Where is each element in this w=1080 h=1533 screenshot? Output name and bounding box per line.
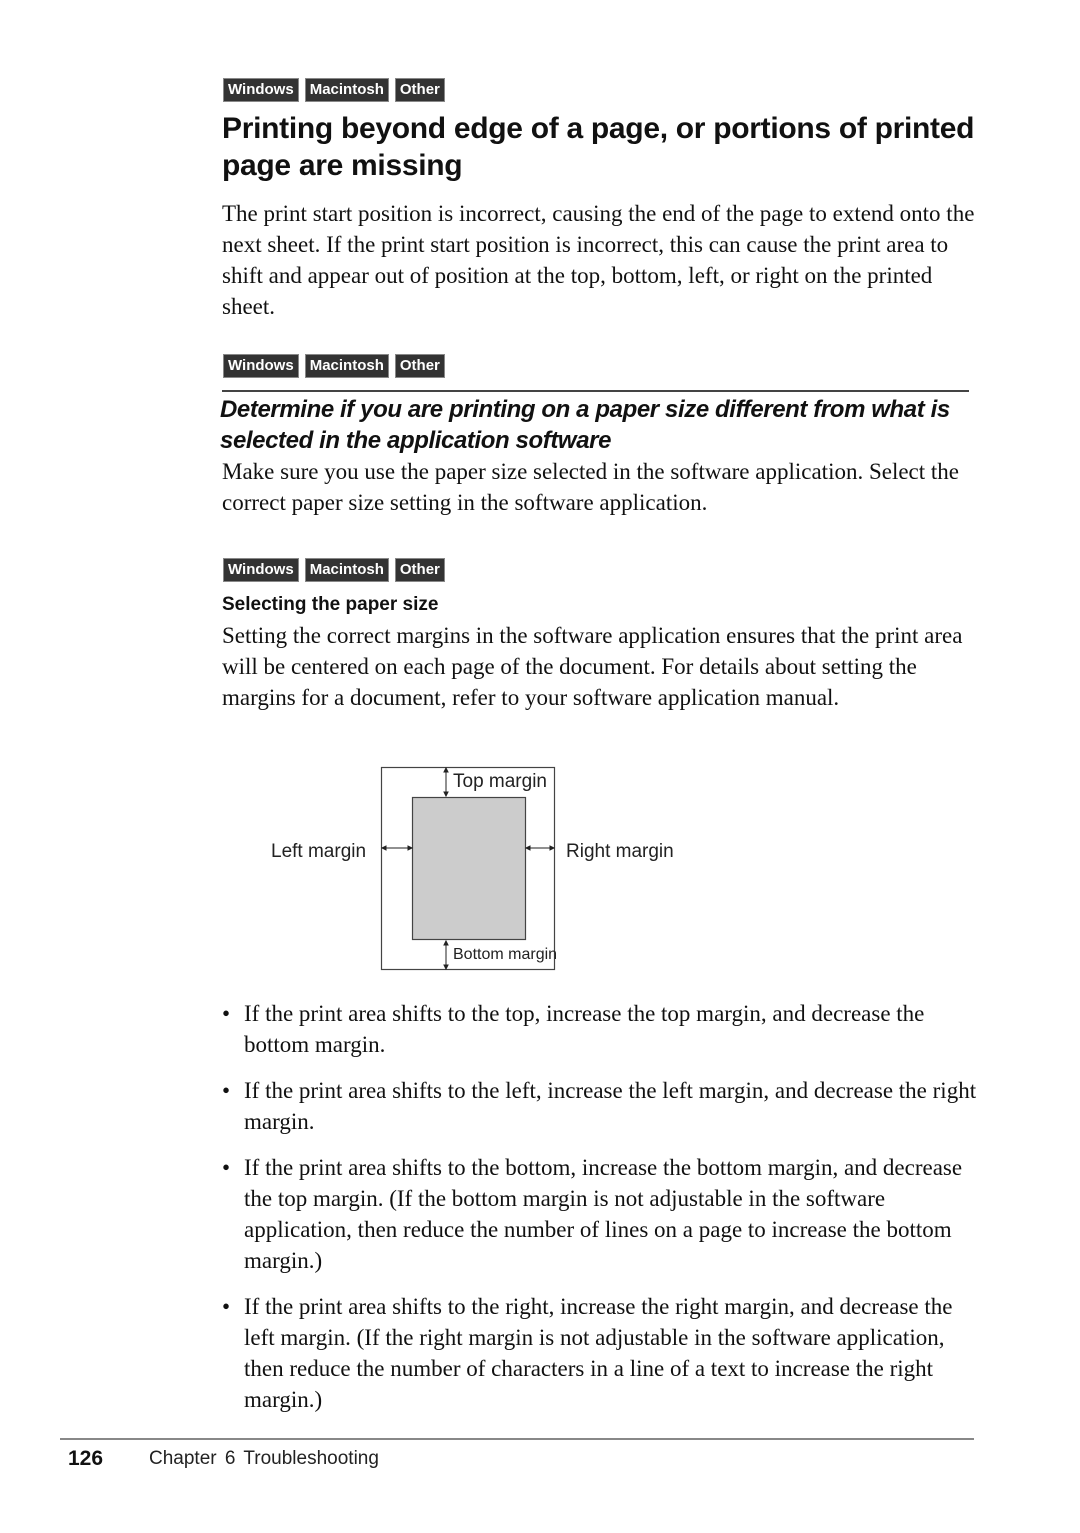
platform-badges: Windows Macintosh Other — [223, 558, 445, 582]
bullet-icon: • — [222, 1001, 231, 1026]
print-area — [411, 796, 527, 941]
right-margin-label: Right margin — [566, 841, 674, 862]
section-title: Printing beyond edge of a page, or porti… — [222, 112, 975, 182]
badge-windows: Windows — [223, 78, 299, 102]
badge-other: Other — [394, 558, 445, 582]
bullet-icon: • — [222, 1155, 231, 1180]
margin-diagram: Top margin Left margin Right margin Bott… — [260, 760, 700, 980]
footer-divider — [60, 1438, 974, 1440]
paper-size-body: Setting the correct margins in the softw… — [222, 623, 963, 710]
margin-adjustment-list: • If the print area shifts to the top, in… — [222, 998, 977, 1430]
badge-macintosh: Macintosh — [304, 78, 389, 102]
bottom-margin-label: Bottom margin — [453, 946, 558, 963]
section-divider — [222, 390, 969, 392]
badge-macintosh: Macintosh — [304, 354, 389, 378]
badge-other: Other — [394, 354, 445, 378]
bullet-icon: • — [222, 1294, 231, 1319]
platform-badges: Windows Macintosh Other — [223, 78, 445, 102]
badge-macintosh: Macintosh — [304, 558, 389, 582]
subsection-body: Make sure you use the paper size selecte… — [222, 459, 959, 515]
chapter-label: Chapter 6 Troubleshooting — [149, 1448, 379, 1469]
section-intro: The print start position is incorrect, c… — [222, 201, 975, 319]
subsection-title: Determine if you are printing on a paper… — [220, 396, 950, 454]
list-item: • If the print area shifts to the left, i… — [222, 1075, 977, 1137]
badge-windows: Windows — [223, 354, 299, 378]
bullet-icon: • — [222, 1078, 231, 1103]
badge-other: Other — [394, 78, 445, 102]
platform-badges: Windows Macintosh Other — [223, 354, 445, 378]
page-number: 126 — [68, 1447, 104, 1470]
list-item: • If the print area shifts to the right, … — [222, 1291, 977, 1415]
paper-size-title: Selecting the paper size — [222, 594, 439, 615]
left-margin-label: Left margin — [271, 841, 367, 862]
list-item: • If the print area shifts to the top, in… — [222, 998, 977, 1060]
list-item: • If the print area shifts to the bottom,… — [222, 1152, 977, 1276]
top-margin-label: Top margin — [453, 771, 547, 792]
badge-windows: Windows — [223, 558, 299, 582]
